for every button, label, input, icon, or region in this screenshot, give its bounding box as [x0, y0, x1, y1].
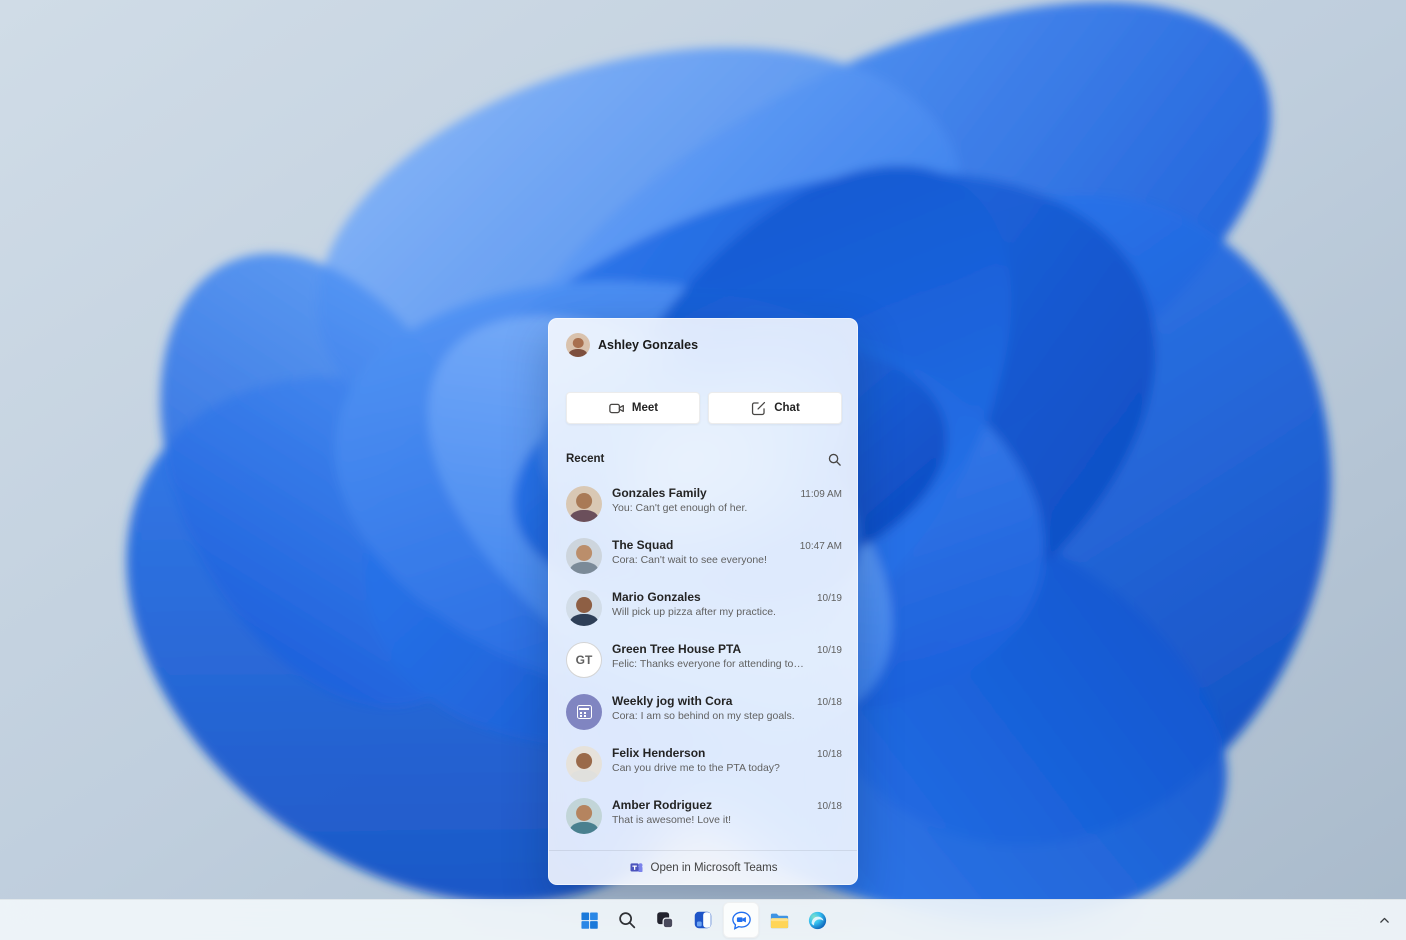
- open-in-teams-label: Open in Microsoft Teams: [651, 862, 778, 874]
- conversation-avatar: [566, 694, 602, 730]
- conversation-avatar: [566, 590, 602, 626]
- flyout-header: Ashley Gonzales: [566, 333, 842, 357]
- taskbar: [0, 899, 1406, 940]
- user-avatar[interactable]: [566, 333, 590, 357]
- chat-button-label: Chat: [774, 402, 800, 414]
- conversation-text: Gonzales Family You: Can't get enough of…: [612, 486, 790, 515]
- flyout-actions: Meet Chat: [566, 392, 842, 424]
- teams-chat-flyout: Ashley Gonzales Meet Chat Recent: [548, 318, 858, 885]
- conversation-time: 11:09 AM: [800, 487, 842, 502]
- calendar-icon: [577, 705, 592, 719]
- file-explorer-button[interactable]: [761, 902, 797, 938]
- conversation-text: Amber Rodriguez That is awesome! Love it…: [612, 798, 807, 827]
- meet-button-label: Meet: [632, 402, 658, 414]
- conversation-title: Felix Henderson: [612, 746, 807, 761]
- chevron-up-icon: [1378, 914, 1391, 927]
- conversation-time: 10/18: [817, 695, 842, 710]
- conversation-text: Weekly jog with Cora Cora: I am so behin…: [612, 694, 807, 723]
- conversation-text: Felix Henderson Can you drive me to the …: [612, 746, 807, 775]
- conversation-row[interactable]: The Squad Cora: Can't wait to see everyo…: [566, 530, 842, 582]
- edge-icon: [806, 909, 829, 932]
- start-icon: [578, 909, 601, 932]
- conversation-title: Weekly jog with Cora: [612, 694, 807, 709]
- desktop: Ashley Gonzales Meet Chat Recent: [0, 0, 1406, 940]
- start-button[interactable]: [571, 902, 607, 938]
- conversation-avatar: [566, 798, 602, 834]
- conversation-preview: That is awesome! Love it!: [612, 813, 807, 827]
- conversation-list: Gonzales Family You: Can't get enough of…: [566, 478, 842, 842]
- compose-icon: [750, 400, 767, 417]
- meet-button[interactable]: Meet: [566, 392, 700, 424]
- conversation-row[interactable]: Felix Henderson Can you drive me to the …: [566, 738, 842, 790]
- conversation-row[interactable]: Weekly jog with Cora Cora: I am so behin…: [566, 686, 842, 738]
- magnifier-icon: [827, 452, 842, 467]
- conversation-row[interactable]: GT Green Tree House PTA Felic: Thanks ev…: [566, 634, 842, 686]
- conversation-preview: Will pick up pizza after my practice.: [612, 605, 807, 619]
- flyout-footer: Open in Microsoft Teams: [549, 850, 857, 884]
- conversation-preview: You: Can't get enough of her.: [612, 501, 790, 515]
- chat-button[interactable]: Chat: [708, 392, 842, 424]
- conversation-row[interactable]: Mario Gonzales Will pick up pizza after …: [566, 582, 842, 634]
- conversation-title: Amber Rodriguez: [612, 798, 807, 813]
- conversation-title: The Squad: [612, 538, 790, 553]
- conversation-title: Mario Gonzales: [612, 590, 807, 605]
- search-icon: [616, 909, 638, 931]
- conversation-row[interactable]: Gonzales Family You: Can't get enough of…: [566, 478, 842, 530]
- conversation-preview: Cora: I am so behind on my step goals.: [612, 709, 807, 723]
- conversation-text: Mario Gonzales Will pick up pizza after …: [612, 590, 807, 619]
- conversation-title: Gonzales Family: [612, 486, 790, 501]
- chat-icon: [730, 909, 753, 932]
- task-view-icon: [654, 909, 676, 931]
- conversation-row[interactable]: Amber Rodriguez That is awesome! Love it…: [566, 790, 842, 842]
- file-explorer-icon: [768, 909, 791, 932]
- taskbar-icon-group: [571, 902, 835, 938]
- task-view-button[interactable]: [647, 902, 683, 938]
- conversation-title: Green Tree House PTA: [612, 642, 807, 657]
- edge-button[interactable]: [799, 902, 835, 938]
- recent-header: Recent: [566, 451, 842, 467]
- conversation-text: The Squad Cora: Can't wait to see everyo…: [612, 538, 790, 567]
- teams-logo-icon: [629, 860, 644, 875]
- conversation-time: 10/19: [817, 591, 842, 606]
- conversation-time: 10/19: [817, 643, 842, 658]
- user-name: Ashley Gonzales: [598, 338, 698, 352]
- conversation-preview: Cora: Can't wait to see everyone!: [612, 553, 790, 567]
- conversation-text: Green Tree House PTA Felic: Thanks every…: [612, 642, 807, 671]
- conversation-avatar: [566, 538, 602, 574]
- conversation-avatar: GT: [566, 642, 602, 678]
- conversation-preview: Felic: Thanks everyone for attending tod…: [612, 657, 807, 671]
- video-camera-icon: [608, 400, 625, 417]
- conversation-time: 10/18: [817, 799, 842, 814]
- chat-button-taskbar[interactable]: [723, 902, 759, 938]
- search-icon[interactable]: [827, 452, 842, 467]
- conversation-preview: Can you drive me to the PTA today?: [612, 761, 807, 775]
- conversation-avatar: [566, 746, 602, 782]
- widgets-button[interactable]: [685, 902, 721, 938]
- search-button[interactable]: [609, 902, 645, 938]
- recent-heading: Recent: [566, 453, 604, 465]
- open-in-teams-button[interactable]: Open in Microsoft Teams: [623, 859, 784, 876]
- widgets-icon: [692, 909, 714, 931]
- conversation-avatar: [566, 486, 602, 522]
- conversation-time: 10:47 AM: [800, 539, 842, 554]
- taskbar-overflow-button[interactable]: [1370, 906, 1398, 934]
- conversation-time: 10/18: [817, 747, 842, 762]
